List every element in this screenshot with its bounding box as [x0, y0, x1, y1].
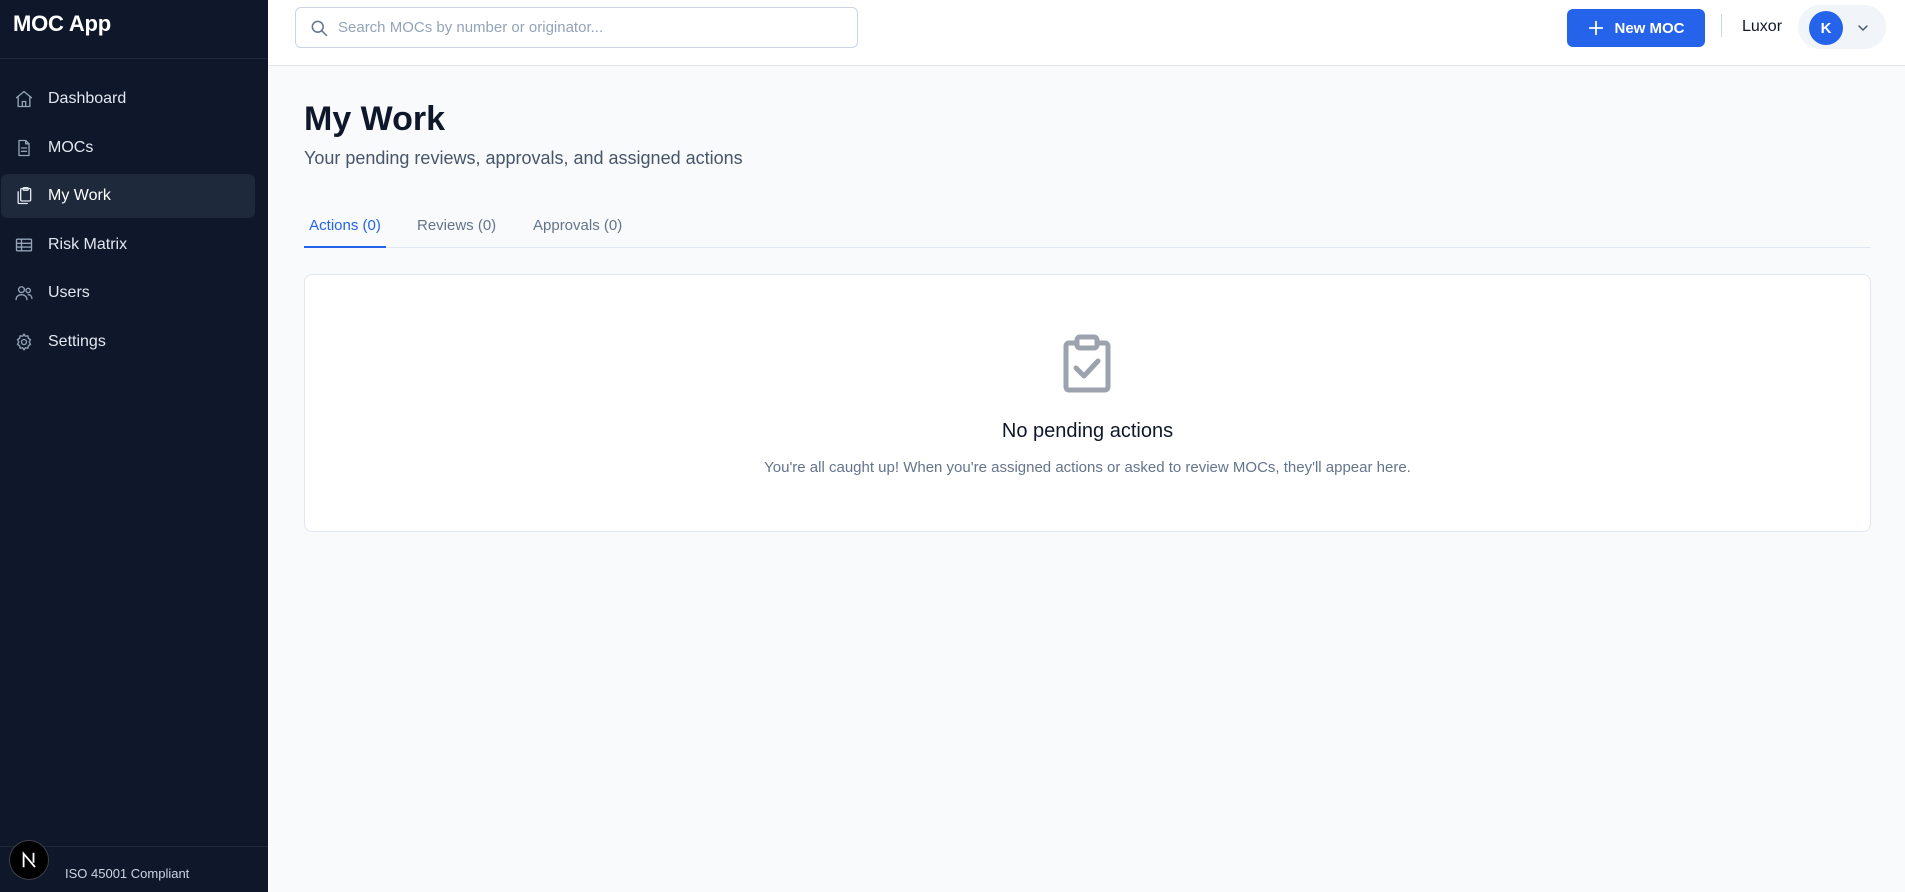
clipboard-check-icon: [1063, 334, 1111, 393]
header-separator: [1721, 14, 1722, 37]
users-icon: [15, 286, 33, 301]
search-box: [295, 7, 858, 48]
sidebar-item-label: Settings: [48, 332, 106, 350]
tab-label: Approvals (0): [533, 217, 623, 234]
table-icon: [15, 238, 33, 251]
page-title: My Work: [304, 100, 446, 138]
sidebar-nav: Dashboard MOCs My Work Risk Matrix Users: [0, 77, 268, 368]
tab-label: Reviews (0): [417, 217, 497, 234]
clipboard-copy-icon: [17, 187, 32, 205]
user-name: Luxor: [1742, 18, 1783, 35]
empty-state-card: No pending actions You're all caught up!…: [304, 274, 1871, 532]
tab-actions[interactable]: Actions (0): [304, 212, 386, 248]
sidebar-item-mocs[interactable]: MOCs: [1, 126, 255, 170]
tab-approvals[interactable]: Approvals (0): [533, 212, 622, 248]
sidebar-item-label: Users: [48, 284, 90, 301]
n-logo-icon: [22, 851, 36, 868]
sidebar-item-risk-matrix[interactable]: Risk Matrix: [1, 223, 255, 267]
page-subtitle: Your pending reviews, approvals, and ass…: [304, 148, 743, 168]
next-logo-badge[interactable]: [9, 840, 49, 880]
plus-icon: [1589, 20, 1604, 36]
home-icon: [15, 90, 33, 108]
app-title: MOC App: [13, 11, 111, 36]
search-icon: [311, 20, 328, 37]
user-menu-button[interactable]: K: [1798, 5, 1886, 49]
new-moc-label: New MOC: [1614, 19, 1685, 37]
empty-state-title: No pending actions: [1001, 420, 1174, 442]
search-input[interactable]: [338, 8, 848, 47]
sidebar-item-my-work[interactable]: My Work: [1, 174, 255, 218]
sidebar-item-label: Risk Matrix: [48, 235, 128, 253]
tab-label: Actions (0): [309, 217, 381, 234]
sidebar-item-dashboard[interactable]: Dashboard: [1, 77, 255, 121]
new-moc-button[interactable]: New MOC: [1567, 9, 1705, 47]
empty-state-message: You're all caught up! When you're assign…: [764, 459, 1411, 476]
document-icon: [18, 139, 30, 156]
avatar: K: [1809, 11, 1843, 45]
compliance-label: ISO 45001 Compliant: [65, 866, 190, 881]
sidebar-item-settings[interactable]: Settings: [1, 320, 255, 364]
gear-icon: [16, 332, 32, 351]
sidebar-item-label: My Work: [48, 187, 111, 204]
chevron-down-icon: [1858, 25, 1868, 31]
sidebar: MOC App Dashboard MOCs My Work Risk Matr…: [0, 0, 268, 892]
sidebar-item-label: MOCs: [48, 138, 94, 156]
sidebar-item-users[interactable]: Users: [1, 271, 255, 315]
sidebar-divider: [0, 58, 268, 59]
top-header: New MOC Luxor K: [268, 0, 1905, 66]
work-tabs: Actions (0) Reviews (0) Approvals (0): [304, 212, 1871, 248]
tab-reviews[interactable]: Reviews (0): [417, 212, 496, 248]
sidebar-item-label: Dashboard: [48, 90, 127, 107]
